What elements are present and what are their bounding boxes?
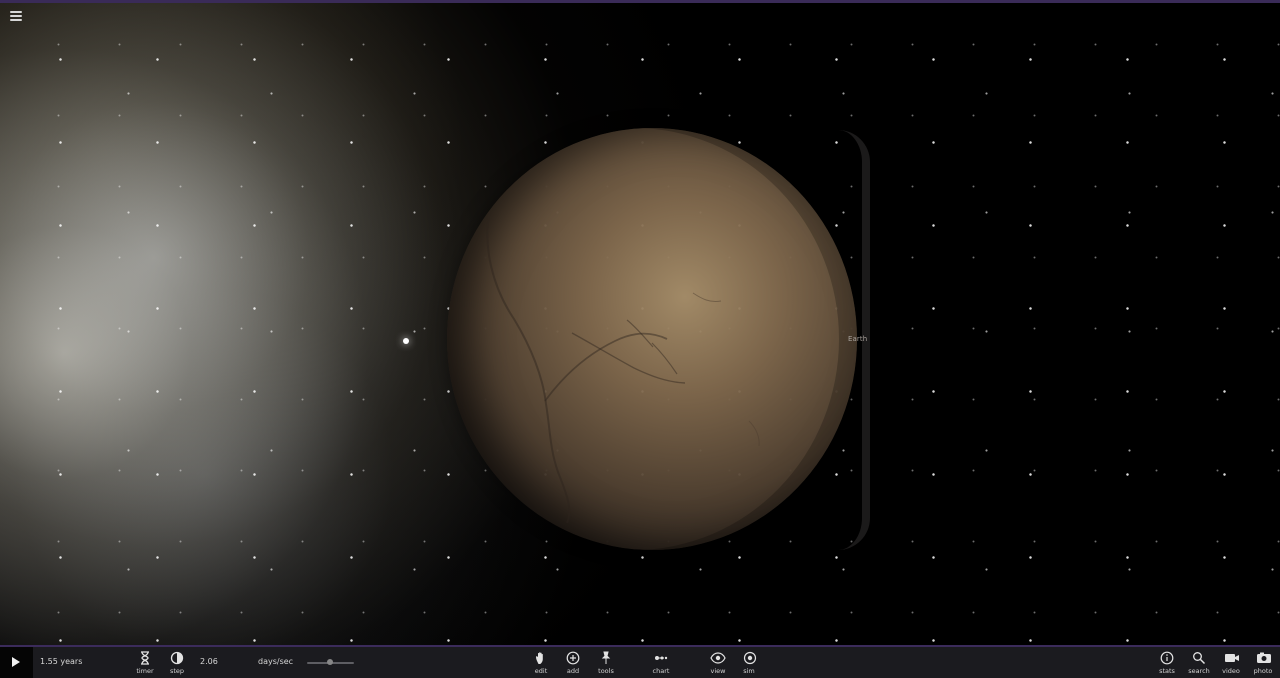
stats-button[interactable] [1160, 651, 1178, 665]
video-label: video [1222, 667, 1240, 675]
step-label: step [169, 667, 185, 675]
tools-label: tools [598, 667, 614, 675]
timer-label: timer [136, 667, 154, 675]
view-label: view [710, 667, 726, 675]
elapsed-time: 1.55 years [40, 657, 83, 666]
search-label: search [1188, 667, 1210, 675]
edit-button[interactable] [534, 651, 552, 665]
play-button[interactable] [0, 647, 33, 678]
plus-circle-icon [566, 651, 580, 665]
edit-label: edit [534, 667, 548, 675]
menu-icon-bar [10, 15, 22, 17]
photo-button[interactable] [1256, 651, 1274, 665]
step-value: 2.06 [200, 657, 218, 666]
bottom-toolbar: 1.55 years timer step 2.06 days/sec edit [0, 645, 1280, 678]
chart-label: chart [652, 667, 670, 675]
eye-icon [710, 652, 726, 664]
target-icon [743, 651, 757, 665]
step-button[interactable] [170, 651, 188, 665]
camera-icon [1257, 652, 1271, 663]
menu-icon-bar [10, 19, 22, 21]
search-button[interactable] [1192, 651, 1210, 665]
add-label: add [566, 667, 580, 675]
view-button[interactable] [710, 651, 728, 665]
planet-body[interactable] [447, 128, 857, 550]
half-circle-icon [170, 651, 184, 665]
planet-surface-features [486, 209, 760, 524]
sim-button[interactable] [742, 651, 760, 665]
pin-icon [601, 651, 611, 664]
hand-icon [536, 652, 543, 664]
speed-unit: days/sec [258, 657, 294, 666]
hourglass-icon [141, 651, 149, 665]
tools-button[interactable] [599, 651, 617, 665]
video-button[interactable] [1224, 651, 1242, 665]
bright-star [403, 338, 409, 344]
play-icon [12, 657, 20, 667]
info-icon [1160, 651, 1174, 665]
timer-button[interactable] [138, 651, 156, 665]
speed-slider-thumb[interactable] [327, 659, 333, 665]
sim-label: sim [743, 667, 755, 675]
menu-button[interactable] [10, 10, 22, 22]
orbit-chart-icon [655, 656, 668, 660]
photo-label: photo [1253, 667, 1273, 675]
menu-icon-bar [10, 11, 22, 13]
camera-video-icon [1225, 654, 1239, 662]
add-button[interactable] [566, 651, 584, 665]
stats-label: stats [1159, 667, 1175, 675]
planet-label: Earth [848, 335, 868, 343]
chart-button[interactable] [654, 651, 672, 665]
universe-sandbox-window: Earth 1.55 years timer step 2.06 days/se… [0, 0, 1280, 678]
magnifier-icon [1193, 652, 1206, 665]
